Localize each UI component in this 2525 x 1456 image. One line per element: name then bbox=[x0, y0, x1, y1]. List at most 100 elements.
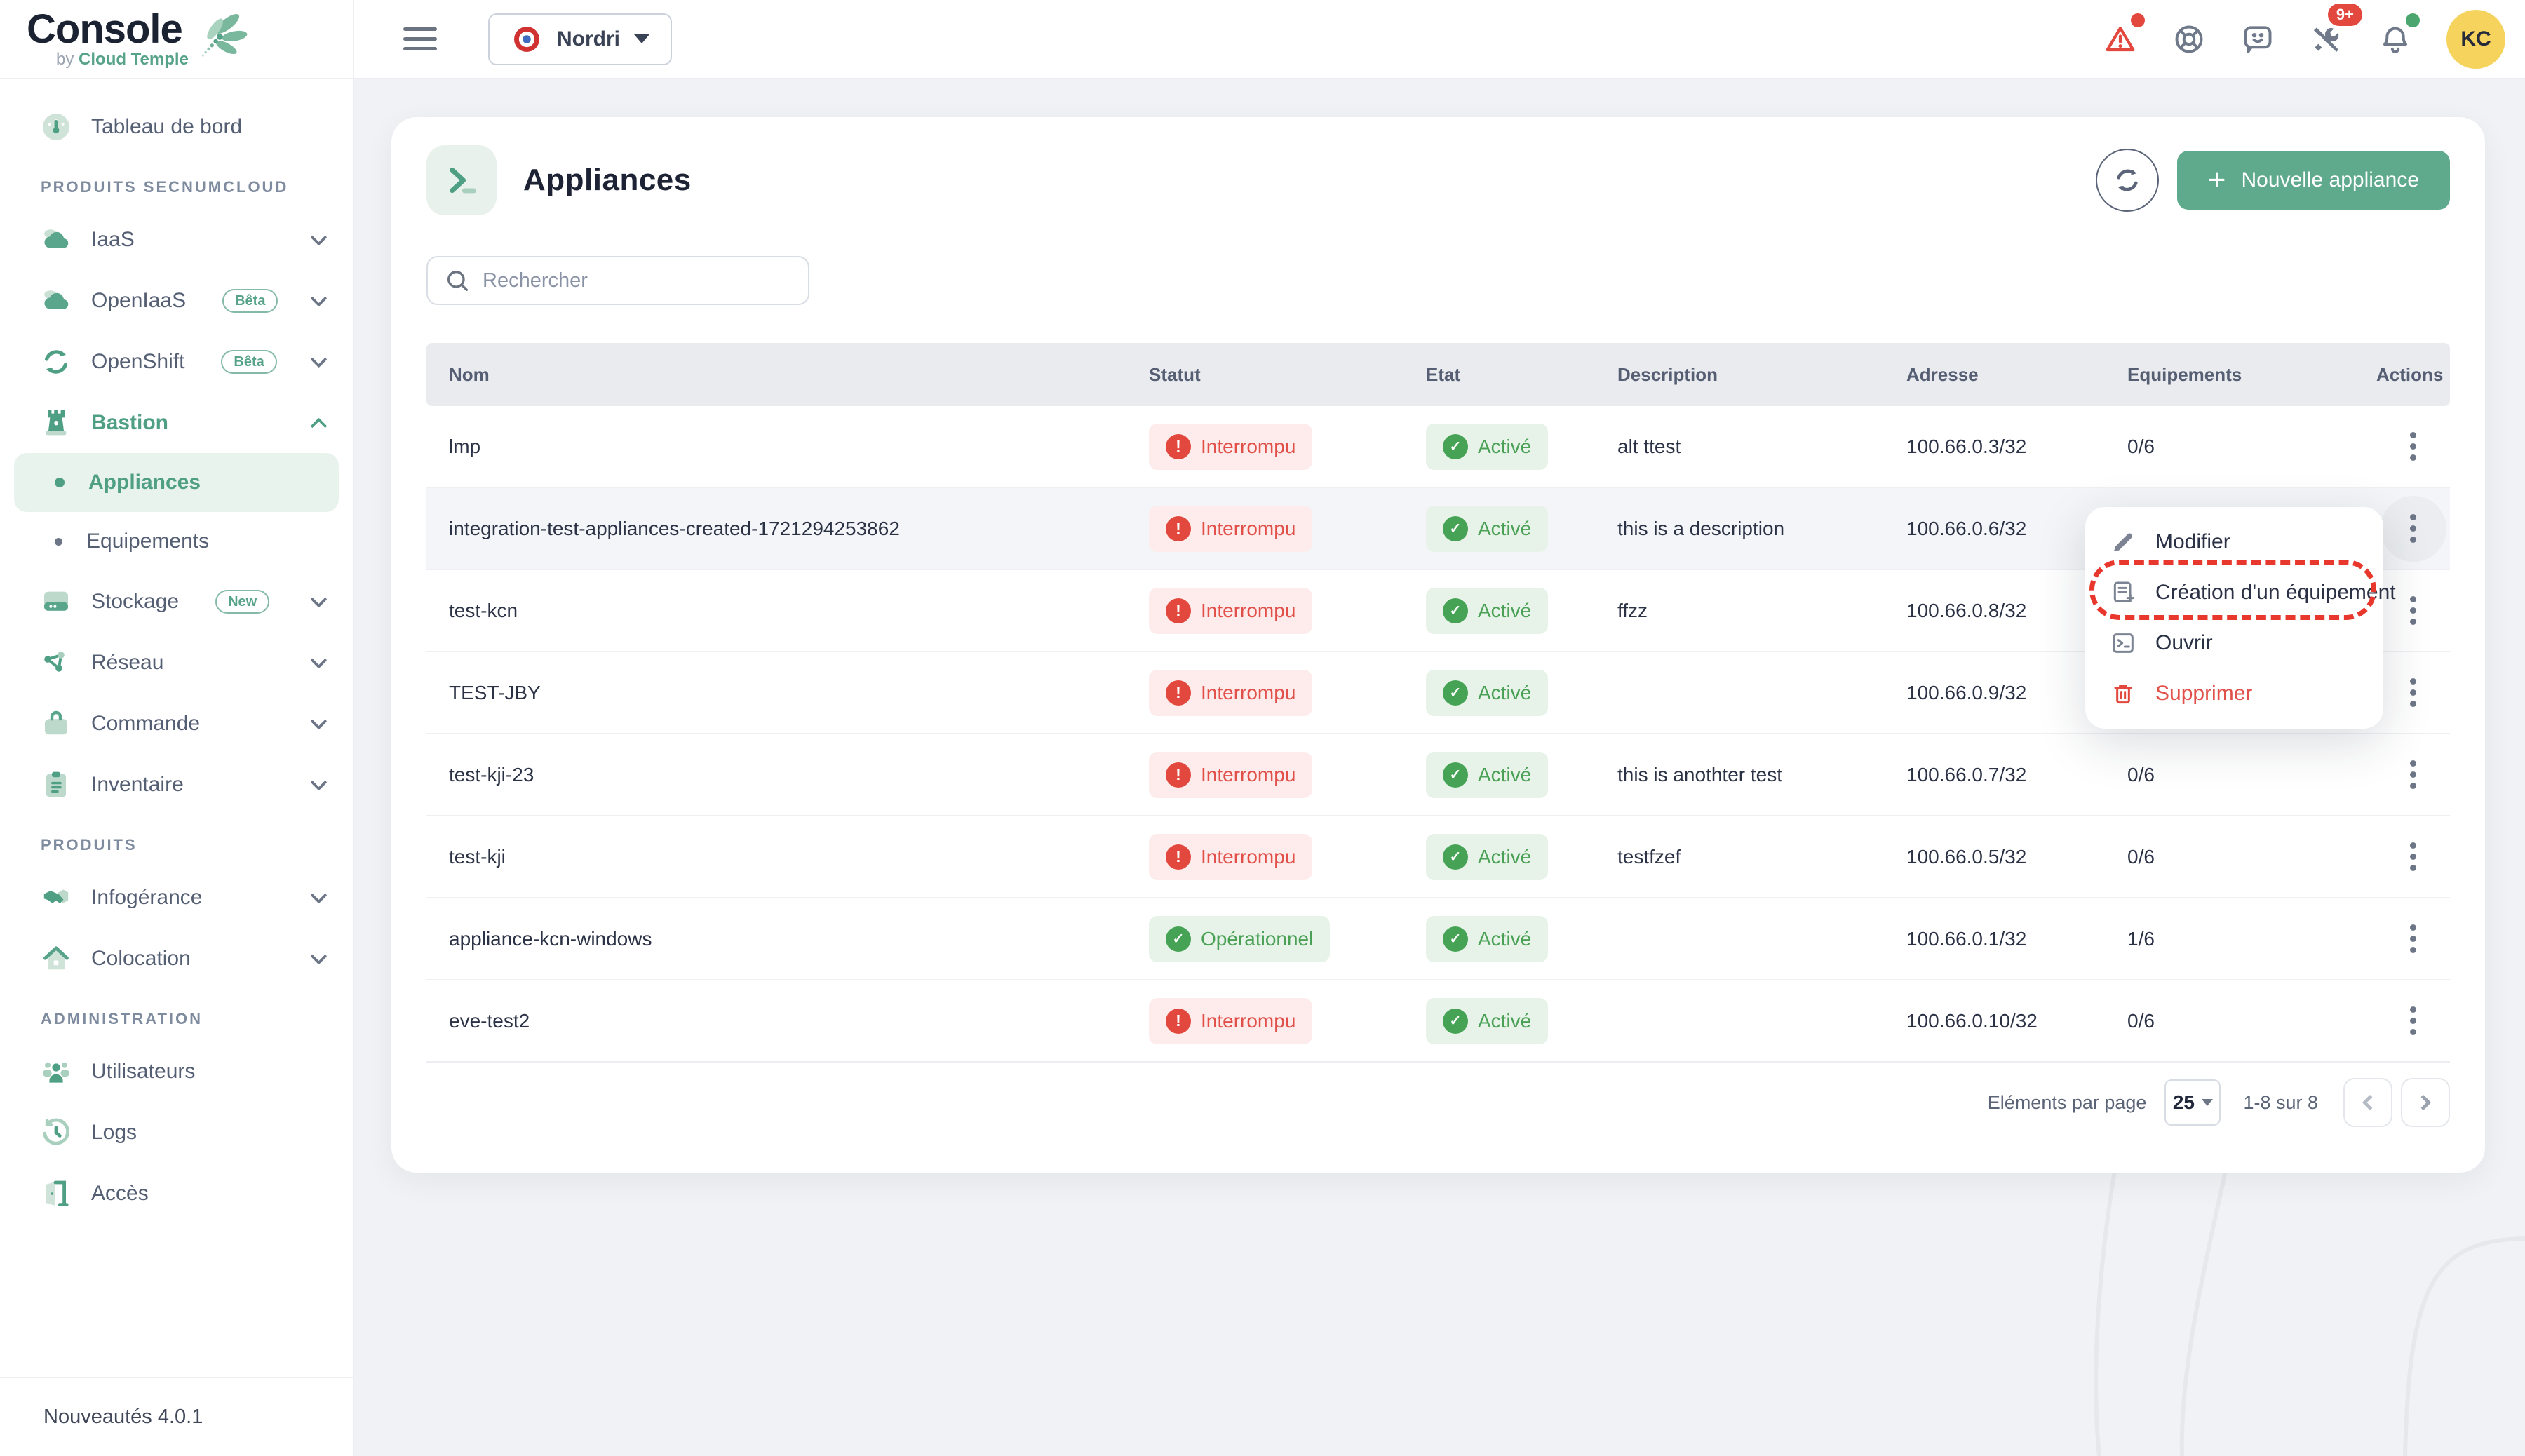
sidebar-item-colocation[interactable]: Colocation bbox=[0, 928, 353, 989]
sidebar-item-logs[interactable]: Logs bbox=[0, 1102, 353, 1163]
cell-description: testfzef bbox=[1595, 846, 1884, 868]
sidebar-item-label: Stockage bbox=[91, 590, 179, 614]
chevron-down-icon bbox=[310, 351, 327, 368]
chevron-right-icon bbox=[2416, 1095, 2432, 1111]
error-icon bbox=[1166, 1009, 1191, 1034]
user-avatar[interactable]: KC bbox=[2446, 10, 2505, 69]
status-badge: Opérationnel bbox=[1149, 916, 1330, 962]
refresh-button[interactable] bbox=[2096, 149, 2159, 212]
organization-selector[interactable]: Nordri bbox=[488, 13, 672, 65]
sidebar-item-stockage[interactable]: Stockage New bbox=[0, 571, 353, 632]
table-row: lmp Interrompu Activé alt ttest 100.66.0… bbox=[426, 406, 2450, 488]
sidebar-subitem-appliances[interactable]: Appliances bbox=[14, 453, 339, 512]
state-badge: Activé bbox=[1426, 588, 1548, 634]
content-area: Appliances Nouvelle appliance bbox=[354, 79, 2525, 1456]
prev-page-button[interactable] bbox=[2343, 1078, 2392, 1127]
table-header: Nom Statut Etat Description Adresse Equi… bbox=[426, 343, 2450, 406]
sidebar-item-inventaire[interactable]: Inventaire bbox=[0, 754, 353, 815]
cell-nom: test-kji bbox=[426, 846, 1126, 868]
row-actions-button[interactable] bbox=[2381, 414, 2446, 480]
topbar: Nordri bbox=[354, 0, 2525, 79]
beta-badge: Bêta bbox=[222, 289, 278, 313]
sidebar-item-openiaas[interactable]: OpenIaaS Bêta bbox=[0, 270, 353, 331]
section-header-administration: ADMINISTRATION bbox=[0, 989, 353, 1041]
status-badge: Interrompu bbox=[1149, 588, 1312, 634]
caret-down-icon bbox=[634, 34, 649, 43]
menu-item-ouvrir[interactable]: Ouvrir bbox=[2085, 618, 2383, 668]
tools-icon[interactable]: 9+ bbox=[2309, 22, 2344, 57]
sidebar-item-iaas[interactable]: IaaS bbox=[0, 209, 353, 270]
check-icon bbox=[1443, 680, 1468, 706]
chevron-down-icon bbox=[310, 713, 327, 729]
row-actions-button[interactable] bbox=[2381, 660, 2446, 726]
trash-icon bbox=[2109, 680, 2137, 708]
sidebar-item-commande[interactable]: Commande bbox=[0, 693, 353, 754]
sidebar-item-label: Infogérance bbox=[91, 886, 202, 910]
row-actions-button[interactable] bbox=[2381, 742, 2446, 808]
status-badge: Interrompu bbox=[1149, 752, 1312, 798]
row-actions-button[interactable] bbox=[2381, 824, 2446, 890]
cell-equipements: 0/6 bbox=[2105, 436, 2376, 458]
status-badge: Interrompu bbox=[1149, 998, 1312, 1044]
chevron-down-icon bbox=[310, 290, 327, 306]
dragonfly-icon bbox=[193, 8, 248, 69]
per-page-select[interactable]: 25 bbox=[2164, 1079, 2221, 1126]
handshake-icon bbox=[39, 881, 73, 915]
cell-adresse: 100.66.0.9/32 bbox=[1884, 682, 2105, 704]
menu-item-modifier[interactable]: Modifier bbox=[2085, 517, 2383, 567]
search-input[interactable] bbox=[483, 269, 793, 292]
menu-item-creation-equipement[interactable]: Création d'un équipement bbox=[2085, 567, 2383, 618]
error-icon bbox=[1166, 598, 1191, 623]
error-icon bbox=[1166, 680, 1191, 706]
table-row: test-kji-23 Interrompu Activé this is an… bbox=[426, 734, 2450, 816]
cell-adresse: 100.66.0.6/32 bbox=[1884, 518, 2105, 540]
row-actions-button[interactable] bbox=[2381, 906, 2446, 972]
sidebar-subitem-equipements[interactable]: Equipements bbox=[14, 512, 339, 571]
chevron-down-icon bbox=[310, 229, 327, 245]
pencil-icon bbox=[2109, 528, 2137, 556]
menu-item-supprimer[interactable]: Supprimer bbox=[2085, 668, 2383, 719]
status-badge: Interrompu bbox=[1149, 670, 1312, 716]
next-page-button[interactable] bbox=[2401, 1078, 2450, 1127]
alert-dot-badge bbox=[2131, 13, 2145, 27]
alert-triangle-icon[interactable] bbox=[2103, 22, 2138, 57]
pagination-range: 1-8 sur 8 bbox=[2243, 1092, 2318, 1114]
search-icon bbox=[443, 267, 471, 295]
chevron-down-icon bbox=[310, 591, 327, 607]
cell-nom: appliance-kcn-windows bbox=[426, 928, 1126, 950]
sidebar-item-utilisateurs[interactable]: Utilisateurs bbox=[0, 1041, 353, 1102]
lifebuoy-icon[interactable] bbox=[2172, 22, 2207, 57]
sidebar-item-openshift[interactable]: OpenShift Bêta bbox=[0, 331, 353, 392]
feedback-chat-icon[interactable] bbox=[2240, 22, 2275, 57]
check-icon bbox=[1443, 926, 1468, 952]
check-icon bbox=[1443, 762, 1468, 788]
sidebar-item-infogerance[interactable]: Infogérance bbox=[0, 867, 353, 928]
new-appliance-button[interactable]: Nouvelle appliance bbox=[2177, 151, 2450, 210]
chevron-up-icon bbox=[310, 417, 327, 434]
storage-icon bbox=[39, 585, 73, 619]
sidebar-item-bastion[interactable]: Bastion bbox=[0, 392, 353, 453]
sidebar-footer[interactable]: Nouveautés 4.0.1 bbox=[0, 1377, 353, 1456]
bell-icon[interactable] bbox=[2378, 22, 2413, 57]
search-box[interactable] bbox=[426, 256, 809, 305]
release-notes-link[interactable]: Nouveautés 4.0.1 bbox=[43, 1406, 203, 1429]
caret-down-icon bbox=[2202, 1099, 2213, 1106]
hamburger-menu-icon[interactable] bbox=[403, 27, 437, 50]
table-row: eve-test2 Interrompu Activé 100.66.0.10/… bbox=[426, 980, 2450, 1063]
state-badge: Activé bbox=[1426, 506, 1548, 552]
check-icon bbox=[1443, 1009, 1468, 1034]
terminal-window-icon bbox=[2109, 629, 2137, 657]
error-icon bbox=[1166, 762, 1191, 788]
beta-badge: Bêta bbox=[221, 350, 276, 374]
cell-adresse: 100.66.0.8/32 bbox=[1884, 600, 2105, 622]
row-actions-button[interactable] bbox=[2381, 988, 2446, 1054]
door-icon bbox=[39, 1177, 73, 1211]
status-badge: Interrompu bbox=[1149, 506, 1312, 552]
sidebar-item-acces[interactable]: Accès bbox=[0, 1163, 353, 1224]
row-actions-button[interactable] bbox=[2381, 496, 2446, 562]
cell-equipements: 0/6 bbox=[2105, 1010, 2376, 1032]
state-badge: Activé bbox=[1426, 834, 1548, 880]
topbar-actions: 9+ KC bbox=[2103, 10, 2505, 69]
sidebar-item-dashboard[interactable]: Tableau de bord bbox=[0, 96, 353, 157]
sidebar-item-reseau[interactable]: Réseau bbox=[0, 632, 353, 693]
